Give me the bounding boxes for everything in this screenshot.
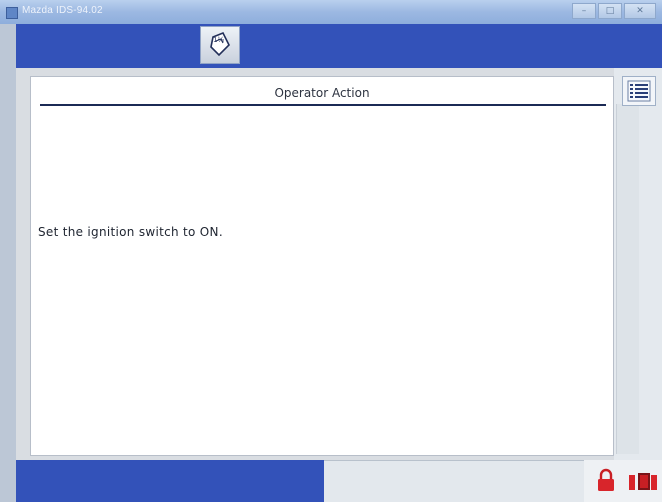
panel-title: Operator Action — [274, 86, 370, 100]
minimize-button[interactable]: – — [572, 3, 596, 19]
tool-button-badge: 1½ — [213, 36, 224, 44]
window-title: Mazda IDS-94.02 — [22, 5, 103, 16]
app-icon — [6, 7, 18, 19]
top-toolbar: 1½ — [16, 24, 662, 68]
close-button[interactable]: ✕ — [624, 3, 656, 19]
window-titlebar: Mazda IDS-94.02 – □ ✕ — [0, 0, 662, 24]
exit-door-icon — [629, 473, 657, 490]
hand-tag-icon: 1½ — [210, 31, 230, 57]
instruction-message: Set the ignition switch to ON. — [38, 225, 223, 239]
title-divider — [40, 104, 606, 106]
statusbar-blue — [16, 460, 324, 502]
tool-button[interactable]: 1½ — [200, 26, 240, 64]
operator-action-panel: Operator Action Set the ignition switch … — [30, 76, 614, 456]
maximize-button[interactable]: □ — [598, 3, 622, 19]
exit-button[interactable] — [628, 468, 658, 492]
padlock-icon — [598, 468, 614, 491]
left-frame-edge — [0, 24, 16, 502]
list-menu-icon — [627, 80, 651, 102]
lock-button[interactable] — [596, 468, 616, 492]
scroll-track[interactable] — [616, 104, 639, 454]
window-controls: – □ ✕ — [572, 3, 656, 19]
status-field — [324, 460, 584, 502]
list-menu-button[interactable] — [622, 76, 656, 106]
